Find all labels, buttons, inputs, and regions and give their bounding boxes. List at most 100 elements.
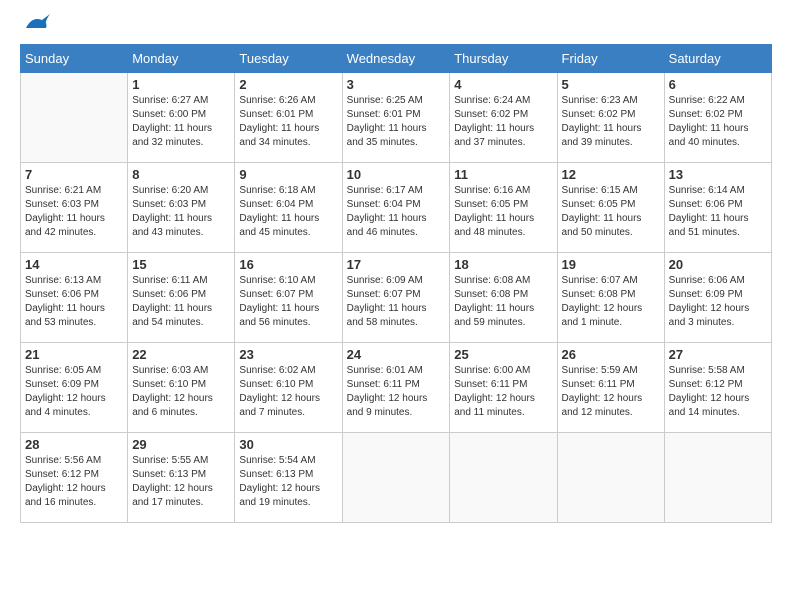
weekday-header-friday: Friday [557,45,664,73]
calendar-cell: 18 Sunrise: 6:08 AM Sunset: 6:08 PM Dayli… [450,253,557,343]
day-info: Sunrise: 6:16 AM Sunset: 6:05 PM Dayligh… [454,184,552,240]
calendar-week-5: 28 Sunrise: 5:56 AM Sunset: 6:12 PM Dayli… [21,433,772,523]
calendar-cell: 12Sunrise: 6:15 AM Sunset: 6:05 PM Dayli… [557,163,664,253]
day-number: 17 [347,257,446,272]
day-info: Sunrise: 6:14 AM Sunset: 6:06 PM Dayligh… [669,184,767,240]
calendar-cell [21,73,128,163]
day-info: Sunrise: 6:01 AM Sunset: 6:11 PM Dayligh… [347,364,446,420]
day-number: 2 [239,77,337,92]
day-number: 24 [347,347,446,362]
calendar-cell: 28 Sunrise: 5:56 AM Sunset: 6:12 PM Dayli… [21,433,128,523]
day-number: 8 [132,167,230,182]
calendar-cell: 6 Sunrise: 6:22 AM Sunset: 6:02 PM Daylig… [664,73,771,163]
day-number: 14 [25,257,123,272]
calendar-cell: 21 Sunrise: 6:05 AM Sunset: 6:09 PM Dayli… [21,343,128,433]
day-info: Sunrise: 6:09 AM Sunset: 6:07 PM Dayligh… [347,274,446,330]
day-number: 18 [454,257,552,272]
calendar-cell [557,433,664,523]
calendar-week-3: 14 Sunrise: 6:13 AM Sunset: 6:06 PM Dayli… [21,253,772,343]
calendar-cell: 29 Sunrise: 5:55 AM Sunset: 6:13 PM Dayli… [128,433,235,523]
calendar-cell: 16Sunrise: 6:10 AM Sunset: 6:07 PM Dayli… [235,253,342,343]
day-number: 10 [347,167,446,182]
day-info: Sunrise: 5:58 AM Sunset: 6:12 PM Dayligh… [669,364,767,420]
day-number: 30 [239,437,337,452]
calendar-cell [450,433,557,523]
day-number: 13 [669,167,767,182]
calendar-cell: 13 Sunrise: 6:14 AM Sunset: 6:06 PM Dayli… [664,163,771,253]
calendar-cell: 3 Sunrise: 6:25 AM Sunset: 6:01 PM Daylig… [342,73,450,163]
page-header [20,20,772,34]
day-number: 29 [132,437,230,452]
day-info: Sunrise: 6:26 AM Sunset: 6:01 PM Dayligh… [239,94,337,150]
day-info: Sunrise: 6:08 AM Sunset: 6:08 PM Dayligh… [454,274,552,330]
day-number: 21 [25,347,123,362]
calendar-cell: 25Sunrise: 6:00 AM Sunset: 6:11 PM Dayli… [450,343,557,433]
day-info: Sunrise: 6:00 AM Sunset: 6:11 PM Dayligh… [454,364,552,420]
weekday-header-row: SundayMondayTuesdayWednesdayThursdayFrid… [21,45,772,73]
calendar-cell: 23Sunrise: 6:02 AM Sunset: 6:10 PM Dayli… [235,343,342,433]
day-number: 19 [562,257,660,272]
day-info: Sunrise: 5:56 AM Sunset: 6:12 PM Dayligh… [25,454,123,510]
day-info: Sunrise: 6:07 AM Sunset: 6:08 PM Dayligh… [562,274,660,330]
weekday-header-saturday: Saturday [664,45,771,73]
calendar-week-1: 1 Sunrise: 6:27 AM Sunset: 6:00 PM Daylig… [21,73,772,163]
calendar-cell: 10 Sunrise: 6:17 AM Sunset: 6:04 PM Dayli… [342,163,450,253]
calendar-cell: 11 Sunrise: 6:16 AM Sunset: 6:05 PM Dayli… [450,163,557,253]
calendar-cell: 1 Sunrise: 6:27 AM Sunset: 6:00 PM Daylig… [128,73,235,163]
calendar-cell: 24 Sunrise: 6:01 AM Sunset: 6:11 PM Dayli… [342,343,450,433]
calendar-cell: 27 Sunrise: 5:58 AM Sunset: 6:12 PM Dayli… [664,343,771,433]
calendar-cell: 14 Sunrise: 6:13 AM Sunset: 6:06 PM Dayli… [21,253,128,343]
day-info: Sunrise: 6:20 AM Sunset: 6:03 PM Dayligh… [132,184,230,240]
day-info: Sunrise: 6:23 AM Sunset: 6:02 PM Dayligh… [562,94,660,150]
weekday-header-monday: Monday [128,45,235,73]
day-info: Sunrise: 5:55 AM Sunset: 6:13 PM Dayligh… [132,454,230,510]
weekday-header-thursday: Thursday [450,45,557,73]
day-info: Sunrise: 5:59 AM Sunset: 6:11 PM Dayligh… [562,364,660,420]
calendar-cell [342,433,450,523]
day-number: 3 [347,77,446,92]
day-info: Sunrise: 6:03 AM Sunset: 6:10 PM Dayligh… [132,364,230,420]
day-number: 6 [669,77,767,92]
day-number: 5 [562,77,660,92]
day-info: Sunrise: 5:54 AM Sunset: 6:13 PM Dayligh… [239,454,337,510]
day-info: Sunrise: 6:15 AM Sunset: 6:05 PM Dayligh… [562,184,660,240]
day-info: Sunrise: 6:27 AM Sunset: 6:00 PM Dayligh… [132,94,230,150]
day-info: Sunrise: 6:25 AM Sunset: 6:01 PM Dayligh… [347,94,446,150]
calendar-cell: 22Sunrise: 6:03 AM Sunset: 6:10 PM Dayli… [128,343,235,433]
calendar-cell: 20 Sunrise: 6:06 AM Sunset: 6:09 PM Dayli… [664,253,771,343]
day-number: 11 [454,167,552,182]
day-number: 7 [25,167,123,182]
logo-bird-icon [22,12,50,34]
day-info: Sunrise: 6:17 AM Sunset: 6:04 PM Dayligh… [347,184,446,240]
day-number: 23 [239,347,337,362]
day-number: 20 [669,257,767,272]
calendar-cell: 9 Sunrise: 6:18 AM Sunset: 6:04 PM Daylig… [235,163,342,253]
day-info: Sunrise: 6:13 AM Sunset: 6:06 PM Dayligh… [25,274,123,330]
day-number: 15 [132,257,230,272]
day-number: 27 [669,347,767,362]
day-info: Sunrise: 6:05 AM Sunset: 6:09 PM Dayligh… [25,364,123,420]
calendar-cell: 15 Sunrise: 6:11 AM Sunset: 6:06 PM Dayli… [128,253,235,343]
calendar-cell: 30 Sunrise: 5:54 AM Sunset: 6:13 PM Dayli… [235,433,342,523]
calendar-cell: 19 Sunrise: 6:07 AM Sunset: 6:08 PM Dayli… [557,253,664,343]
calendar-cell: 4 Sunrise: 6:24 AM Sunset: 6:02 PM Daylig… [450,73,557,163]
calendar-week-2: 7 Sunrise: 6:21 AM Sunset: 6:03 PM Daylig… [21,163,772,253]
calendar-cell: 26Sunrise: 5:59 AM Sunset: 6:11 PM Dayli… [557,343,664,433]
calendar-week-4: 21 Sunrise: 6:05 AM Sunset: 6:09 PM Dayli… [21,343,772,433]
day-info: Sunrise: 6:21 AM Sunset: 6:03 PM Dayligh… [25,184,123,240]
day-number: 4 [454,77,552,92]
day-info: Sunrise: 6:18 AM Sunset: 6:04 PM Dayligh… [239,184,337,240]
day-number: 9 [239,167,337,182]
day-info: Sunrise: 6:22 AM Sunset: 6:02 PM Dayligh… [669,94,767,150]
day-number: 1 [132,77,230,92]
day-number: 28 [25,437,123,452]
day-info: Sunrise: 6:11 AM Sunset: 6:06 PM Dayligh… [132,274,230,330]
weekday-header-tuesday: Tuesday [235,45,342,73]
weekday-header-sunday: Sunday [21,45,128,73]
day-info: Sunrise: 6:06 AM Sunset: 6:09 PM Dayligh… [669,274,767,330]
logo [20,20,50,34]
calendar-cell: 2 Sunrise: 6:26 AM Sunset: 6:01 PM Daylig… [235,73,342,163]
calendar-cell: 17 Sunrise: 6:09 AM Sunset: 6:07 PM Dayli… [342,253,450,343]
calendar-table: SundayMondayTuesdayWednesdayThursdayFrid… [20,44,772,523]
day-info: Sunrise: 6:24 AM Sunset: 6:02 PM Dayligh… [454,94,552,150]
